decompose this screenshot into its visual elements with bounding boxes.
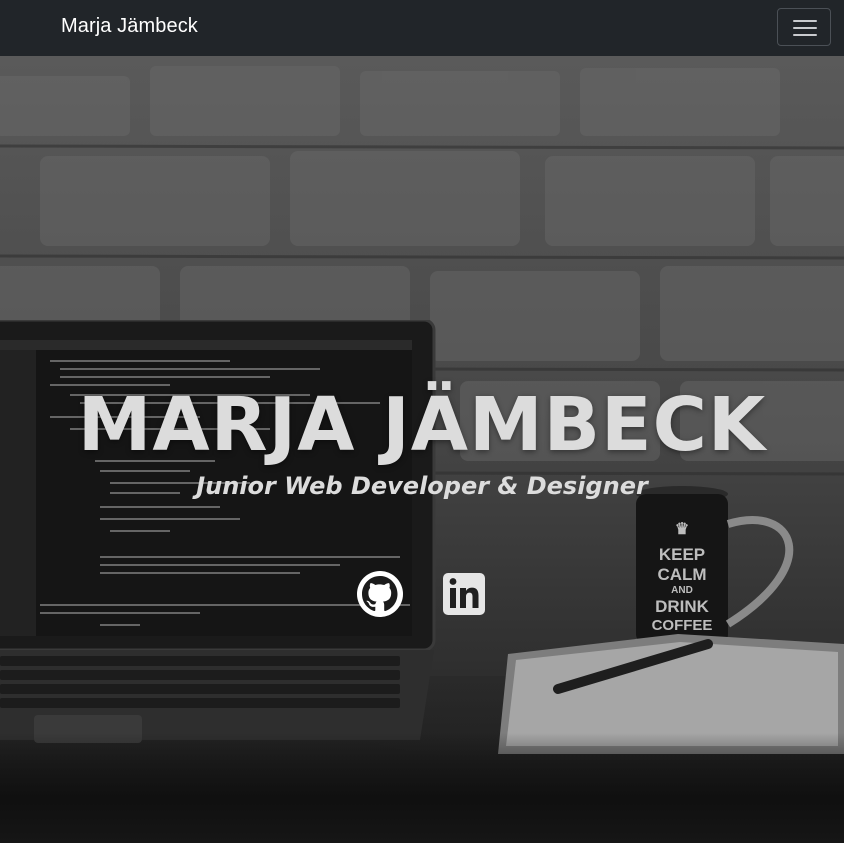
mug-text-keep: KEEP <box>659 545 705 564</box>
navbar-toggle-button[interactable] <box>777 8 831 46</box>
hero-subtitle: Junior Web Developer & Designer <box>196 472 648 500</box>
desk-surface <box>0 733 844 843</box>
svg-text:♛: ♛ <box>675 521 689 538</box>
linkedin-icon <box>443 573 485 615</box>
social-links <box>0 570 844 622</box>
navbar: Marja Jämbeck <box>0 0 844 56</box>
hero-section: ♛ KEEP CALM AND DRINK COFFEE MARJA JÄMBE… <box>0 56 844 843</box>
coffee-mug-image: ♛ KEEP CALM AND DRINK COFFEE <box>636 486 794 644</box>
navbar-brand[interactable]: Marja Jämbeck <box>61 15 198 38</box>
linkedin-link[interactable] <box>441 570 489 618</box>
github-icon <box>357 571 403 617</box>
github-link[interactable] <box>356 570 404 618</box>
hero-title: MARJA JÄMBECK <box>77 382 767 468</box>
